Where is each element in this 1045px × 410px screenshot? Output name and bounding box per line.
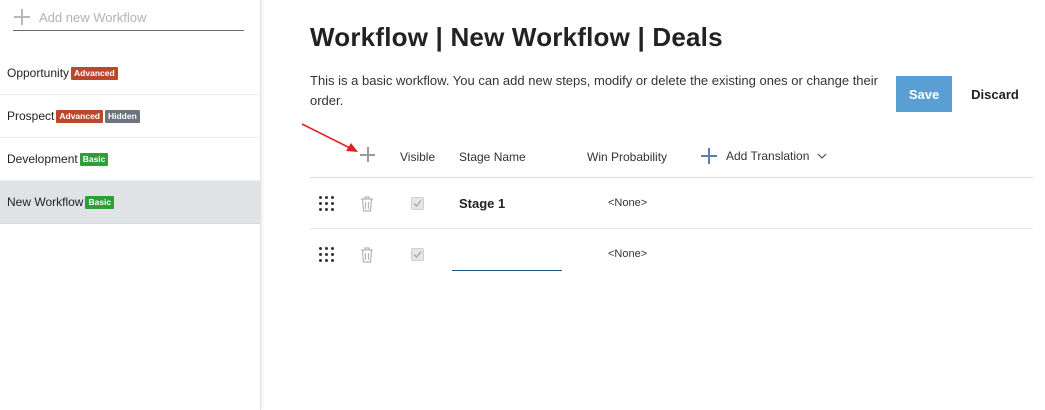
checkmark-icon [413,251,422,259]
advanced-badge: Advanced [71,66,118,80]
workflow-item-label: Opportunity [7,66,70,80]
workflow-item-label: Development [7,152,78,166]
basic-badge: Basic [85,195,115,209]
workflow-description: This is a basic workflow. You can add ne… [310,73,878,108]
plus-icon [13,8,31,26]
add-step-plus-icon[interactable] [359,146,377,164]
workflow-item-opportunity[interactable]: Opportunity Advanced [0,52,260,95]
advanced-badge: Advanced [56,109,103,123]
add-translation-label: Add Translation [726,149,810,163]
win-probability-value[interactable]: <None> [608,248,647,260]
add-new-workflow-label: Add new Workflow [39,9,147,25]
win-probability-value[interactable]: <None> [608,197,647,209]
workflow-item-new-workflow[interactable]: New Workflow Basic [0,181,260,224]
discard-button[interactable]: Discard [962,76,1028,112]
drag-handle-icon[interactable] [319,247,335,263]
workflow-item-label: New Workflow [7,195,84,209]
visible-column-header: Visible [400,150,436,164]
win-probability-column-header: Win Probability [587,150,668,164]
visible-checkbox[interactable] [411,197,424,210]
visible-checkbox[interactable] [411,248,424,261]
checkmark-icon [413,200,422,208]
workflow-item-prospect[interactable]: Prospect Advanced Hidden [0,95,260,138]
plus-icon [700,147,718,165]
stage-name[interactable]: Stage 1 [459,196,505,211]
table-row: <None> [310,229,1033,280]
trash-icon[interactable] [359,195,375,213]
workflow-sidebar: Add new Workflow Opportunity Advanced Pr… [0,0,261,410]
workflow-list: Opportunity Advanced Prospect Advanced H… [0,52,260,224]
stages-table-header: Visible Stage Name Win Probability Add T… [310,140,1033,178]
drag-handle-icon[interactable] [319,196,335,212]
stage-name-input[interactable] [452,241,562,271]
hidden-badge: Hidden [104,109,140,123]
trash-icon[interactable] [359,246,375,264]
workflow-item-development[interactable]: Development Basic [0,138,260,181]
basic-badge: Basic [79,152,109,166]
save-button[interactable]: Save [896,76,952,112]
add-new-workflow-button[interactable]: Add new Workflow [13,4,244,31]
table-row: Stage 1 <None> [310,178,1033,229]
chevron-down-icon [817,153,827,159]
add-translation-button[interactable]: Add Translation [700,146,827,166]
stage-name-column-header: Stage Name [459,150,526,164]
workflow-item-label: Prospect [7,109,55,123]
page-title: Workflow | New Workflow | Deals [310,22,723,52]
